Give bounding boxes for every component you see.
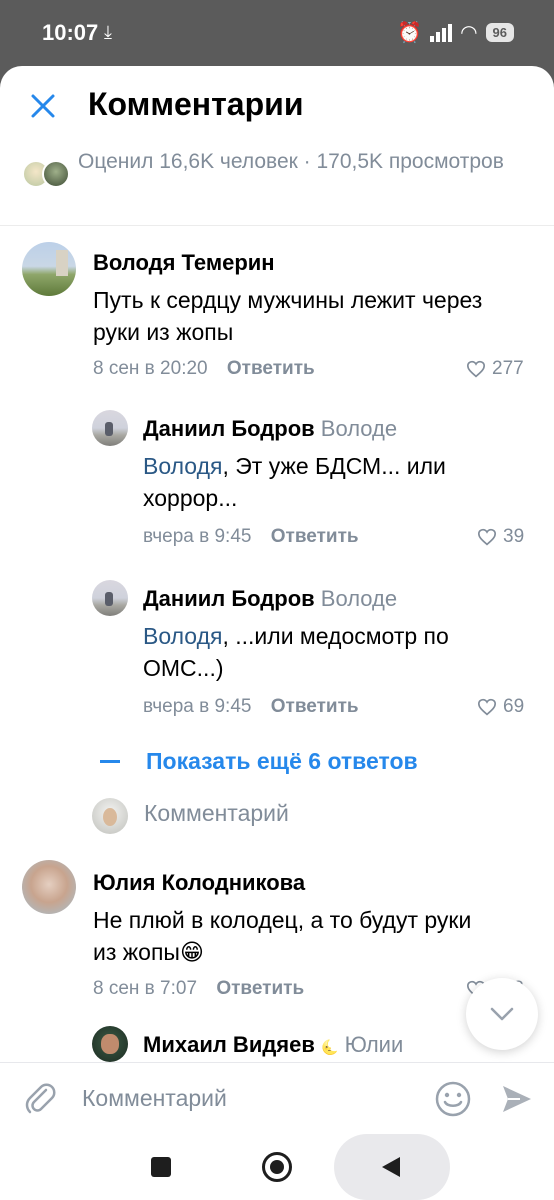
author-name[interactable]: Михаил Видяев bbox=[143, 1032, 315, 1057]
author-badge: 🌜 bbox=[321, 1039, 339, 1055]
avatar[interactable] bbox=[92, 410, 128, 446]
like-count: 69 bbox=[503, 696, 525, 717]
home-button[interactable] bbox=[262, 1152, 292, 1182]
like-button[interactable]: 277 bbox=[466, 358, 524, 380]
reply-button[interactable]: Ответить bbox=[271, 696, 359, 717]
reply-to: Володе bbox=[320, 416, 398, 441]
inline-reply-input[interactable]: Комментарий bbox=[92, 798, 472, 834]
download-icon: ⤓ bbox=[104, 22, 112, 42]
collapse-dash-icon bbox=[100, 760, 120, 763]
send-icon[interactable] bbox=[500, 1083, 534, 1115]
sheet-header: Комментарии Оценил 16,6K человек · 170,5… bbox=[0, 66, 554, 226]
recents-button[interactable] bbox=[151, 1157, 171, 1177]
battery-indicator: 96 bbox=[485, 23, 514, 42]
comment-meta: 8 сен в 20:20 Ответить bbox=[93, 358, 315, 380]
avatar[interactable] bbox=[22, 242, 76, 296]
comment-author[interactable]: Володя Темерин bbox=[93, 250, 275, 276]
heart-icon bbox=[477, 528, 497, 546]
comment-item: Даниил Бодров Володе Володя, Эт уже БДСМ… bbox=[0, 396, 554, 556]
comment-date: вчера в 9:45 bbox=[143, 696, 252, 717]
comment-date: 8 сен в 7:07 bbox=[93, 978, 198, 999]
avatar bbox=[42, 160, 70, 188]
reply-button[interactable]: Ответить bbox=[227, 358, 315, 379]
comment-list[interactable]: Володя Темерин Путь к сердцу мужчины леж… bbox=[0, 226, 554, 1062]
like-button[interactable]: 69 bbox=[477, 696, 524, 718]
reply-to: Володе bbox=[320, 586, 398, 611]
comment-author[interactable]: Даниил Бодров Володе bbox=[143, 416, 397, 442]
comment-author[interactable]: Даниил Бодров Володе bbox=[143, 586, 397, 612]
back-button[interactable] bbox=[334, 1134, 450, 1200]
like-button[interactable]: 39 bbox=[477, 526, 524, 548]
back-arrow-icon bbox=[382, 1157, 400, 1177]
comment-item: Даниил Бодров Володе Володя, ...или медо… bbox=[0, 566, 554, 726]
avatar[interactable] bbox=[22, 860, 76, 914]
comment-meta: вчера в 9:45 Ответить bbox=[143, 526, 359, 548]
mention-link[interactable]: Володя bbox=[143, 453, 222, 479]
avatar[interactable] bbox=[92, 1026, 128, 1062]
comment-meta: 8 сен в 7:07 Ответить bbox=[93, 978, 304, 1000]
wifi-icon: ◠ bbox=[460, 22, 478, 44]
post-stats[interactable]: Оценил 16,6K человек · 170,5K просмотров bbox=[78, 146, 518, 178]
signal-icon bbox=[430, 23, 453, 42]
paperclip-icon[interactable] bbox=[24, 1081, 56, 1115]
comment-date: 8 сен в 20:20 bbox=[93, 358, 208, 379]
author-name[interactable]: Даниил Бодров bbox=[143, 416, 315, 441]
alarm-icon: ⏰ bbox=[397, 22, 423, 44]
comment-input[interactable]: Комментарий bbox=[82, 1085, 227, 1112]
inline-reply-placeholder: Комментарий bbox=[144, 800, 289, 826]
comments-sheet: Комментарии Оценил 16,6K человек · 170,5… bbox=[0, 66, 554, 1200]
comment-author[interactable]: Юлия Колодникова bbox=[93, 870, 305, 896]
likers-avatars[interactable] bbox=[22, 160, 70, 188]
heart-icon bbox=[477, 698, 497, 716]
status-bar: 10:07 ⤓ ⏰ ◠ 96 bbox=[0, 0, 554, 66]
emoji-icon[interactable] bbox=[434, 1080, 472, 1118]
comment-item: Юлия Колодникова Не плюй в колодец, а то… bbox=[0, 846, 554, 1006]
reply-to: Юлии bbox=[344, 1032, 404, 1057]
comment-date: вчера в 9:45 bbox=[143, 526, 252, 547]
like-count: 39 bbox=[503, 526, 525, 547]
avatar bbox=[92, 798, 128, 834]
author-name[interactable]: Даниил Бодров bbox=[143, 586, 315, 611]
system-nav-bar bbox=[0, 1134, 554, 1200]
comment-composer: Комментарий bbox=[0, 1062, 554, 1134]
comment-text: Володя, ...или медосмотр по ОМС...) bbox=[143, 620, 513, 684]
status-icons: ⏰ ◠ 96 bbox=[397, 20, 514, 45]
comment-item: Володя Темерин Путь к сердцу мужчины леж… bbox=[0, 226, 554, 386]
page-title: Комментарии bbox=[88, 86, 304, 122]
reply-button[interactable]: Ответить bbox=[216, 978, 304, 999]
show-more-label: Показать ещё 6 ответов bbox=[146, 748, 418, 774]
status-time: 10:07 bbox=[42, 20, 99, 45]
like-count: 277 bbox=[492, 358, 524, 379]
comment-author[interactable]: Михаил Видяев 🌜 Юлии bbox=[143, 1032, 403, 1058]
avatar[interactable] bbox=[92, 580, 128, 616]
show-more-replies-button[interactable]: Показать ещё 6 ответов bbox=[100, 748, 418, 775]
scroll-down-button[interactable] bbox=[466, 978, 538, 1050]
comment-text: Не плюй в колодец, а то будут руки из жо… bbox=[93, 907, 472, 965]
comment-meta: вчера в 9:45 Ответить bbox=[143, 696, 359, 718]
comment-text: Путь к сердцу мужчины лежит через руки и… bbox=[93, 287, 483, 345]
close-icon[interactable] bbox=[28, 91, 58, 121]
chevron-down-icon bbox=[490, 1007, 514, 1021]
heart-icon bbox=[466, 360, 486, 378]
reply-button[interactable]: Ответить bbox=[271, 526, 359, 547]
comment-text: Володя, Эт уже БДСМ... или хоррор... bbox=[143, 450, 513, 514]
mention-link[interactable]: Володя bbox=[143, 623, 222, 649]
